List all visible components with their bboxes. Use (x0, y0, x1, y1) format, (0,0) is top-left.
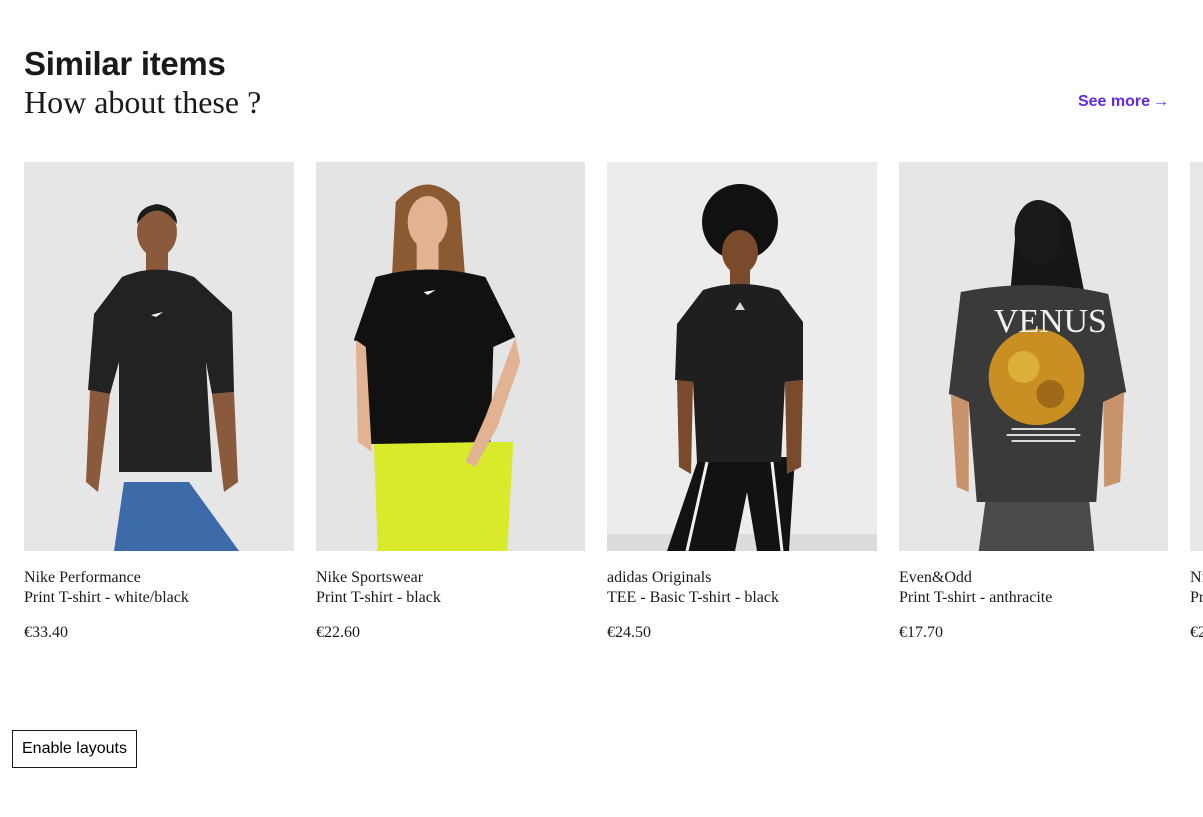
model-illustration (24, 162, 294, 551)
section-subtitle: How about these ? (24, 84, 262, 120)
product-price: €2 (1190, 624, 1203, 641)
product-image (607, 162, 877, 551)
product-name: TEE - Basic T-shirt - black (607, 589, 779, 606)
model-illustration (607, 162, 877, 551)
venus-print-text: VENUS (994, 303, 1107, 340)
product-card[interactable]: VENUS Even&Odd Print T-shirt - anthracit… (899, 162, 1168, 643)
product-name: Print T-shirt - white/black (24, 589, 189, 606)
product-card[interactable]: Nike Performance Print T-shirt - white/b… (24, 162, 294, 643)
model-illustration: VENUS (899, 162, 1168, 551)
product-price: €17.70 (899, 624, 943, 641)
product-image (24, 162, 294, 551)
product-brand: Ni (1190, 569, 1203, 586)
section-title: Similar items (24, 45, 226, 82)
product-brand: Nike Sportswear (316, 569, 424, 586)
product-card[interactable]: Nike Sportswear Print T-shirt - black €2… (316, 162, 585, 643)
product-price: €33.40 (24, 624, 68, 641)
enable-layouts-button[interactable]: Enable layouts (12, 730, 137, 768)
see-more-link[interactable]: See more → (1078, 91, 1169, 113)
product-image: VENUS (899, 162, 1168, 551)
product-image (1190, 162, 1203, 551)
product-card[interactable]: Ni Pr €2 (1190, 162, 1203, 643)
product-name: Print T-shirt - anthracite (899, 589, 1053, 606)
product-carousel[interactable]: Nike Performance Print T-shirt - white/b… (24, 162, 1203, 662)
product-price: €22.60 (316, 624, 360, 641)
product-image (316, 162, 585, 551)
product-card[interactable]: adidas Originals TEE - Basic T-shirt - b… (607, 162, 877, 643)
product-name: Print T-shirt - black (316, 589, 441, 606)
see-more-label: See more (1077, 93, 1150, 110)
product-price: €24.50 (607, 624, 651, 641)
product-brand: adidas Originals (607, 569, 712, 586)
carousel-track: Nike Performance Print T-shirt - white/b… (24, 162, 1203, 643)
product-name: Pr (1190, 589, 1203, 606)
model-illustration (316, 162, 585, 551)
product-brand: Nike Performance (24, 569, 141, 586)
product-brand: Even&Odd (899, 569, 972, 586)
arrow-right-icon: → (1153, 93, 1169, 110)
